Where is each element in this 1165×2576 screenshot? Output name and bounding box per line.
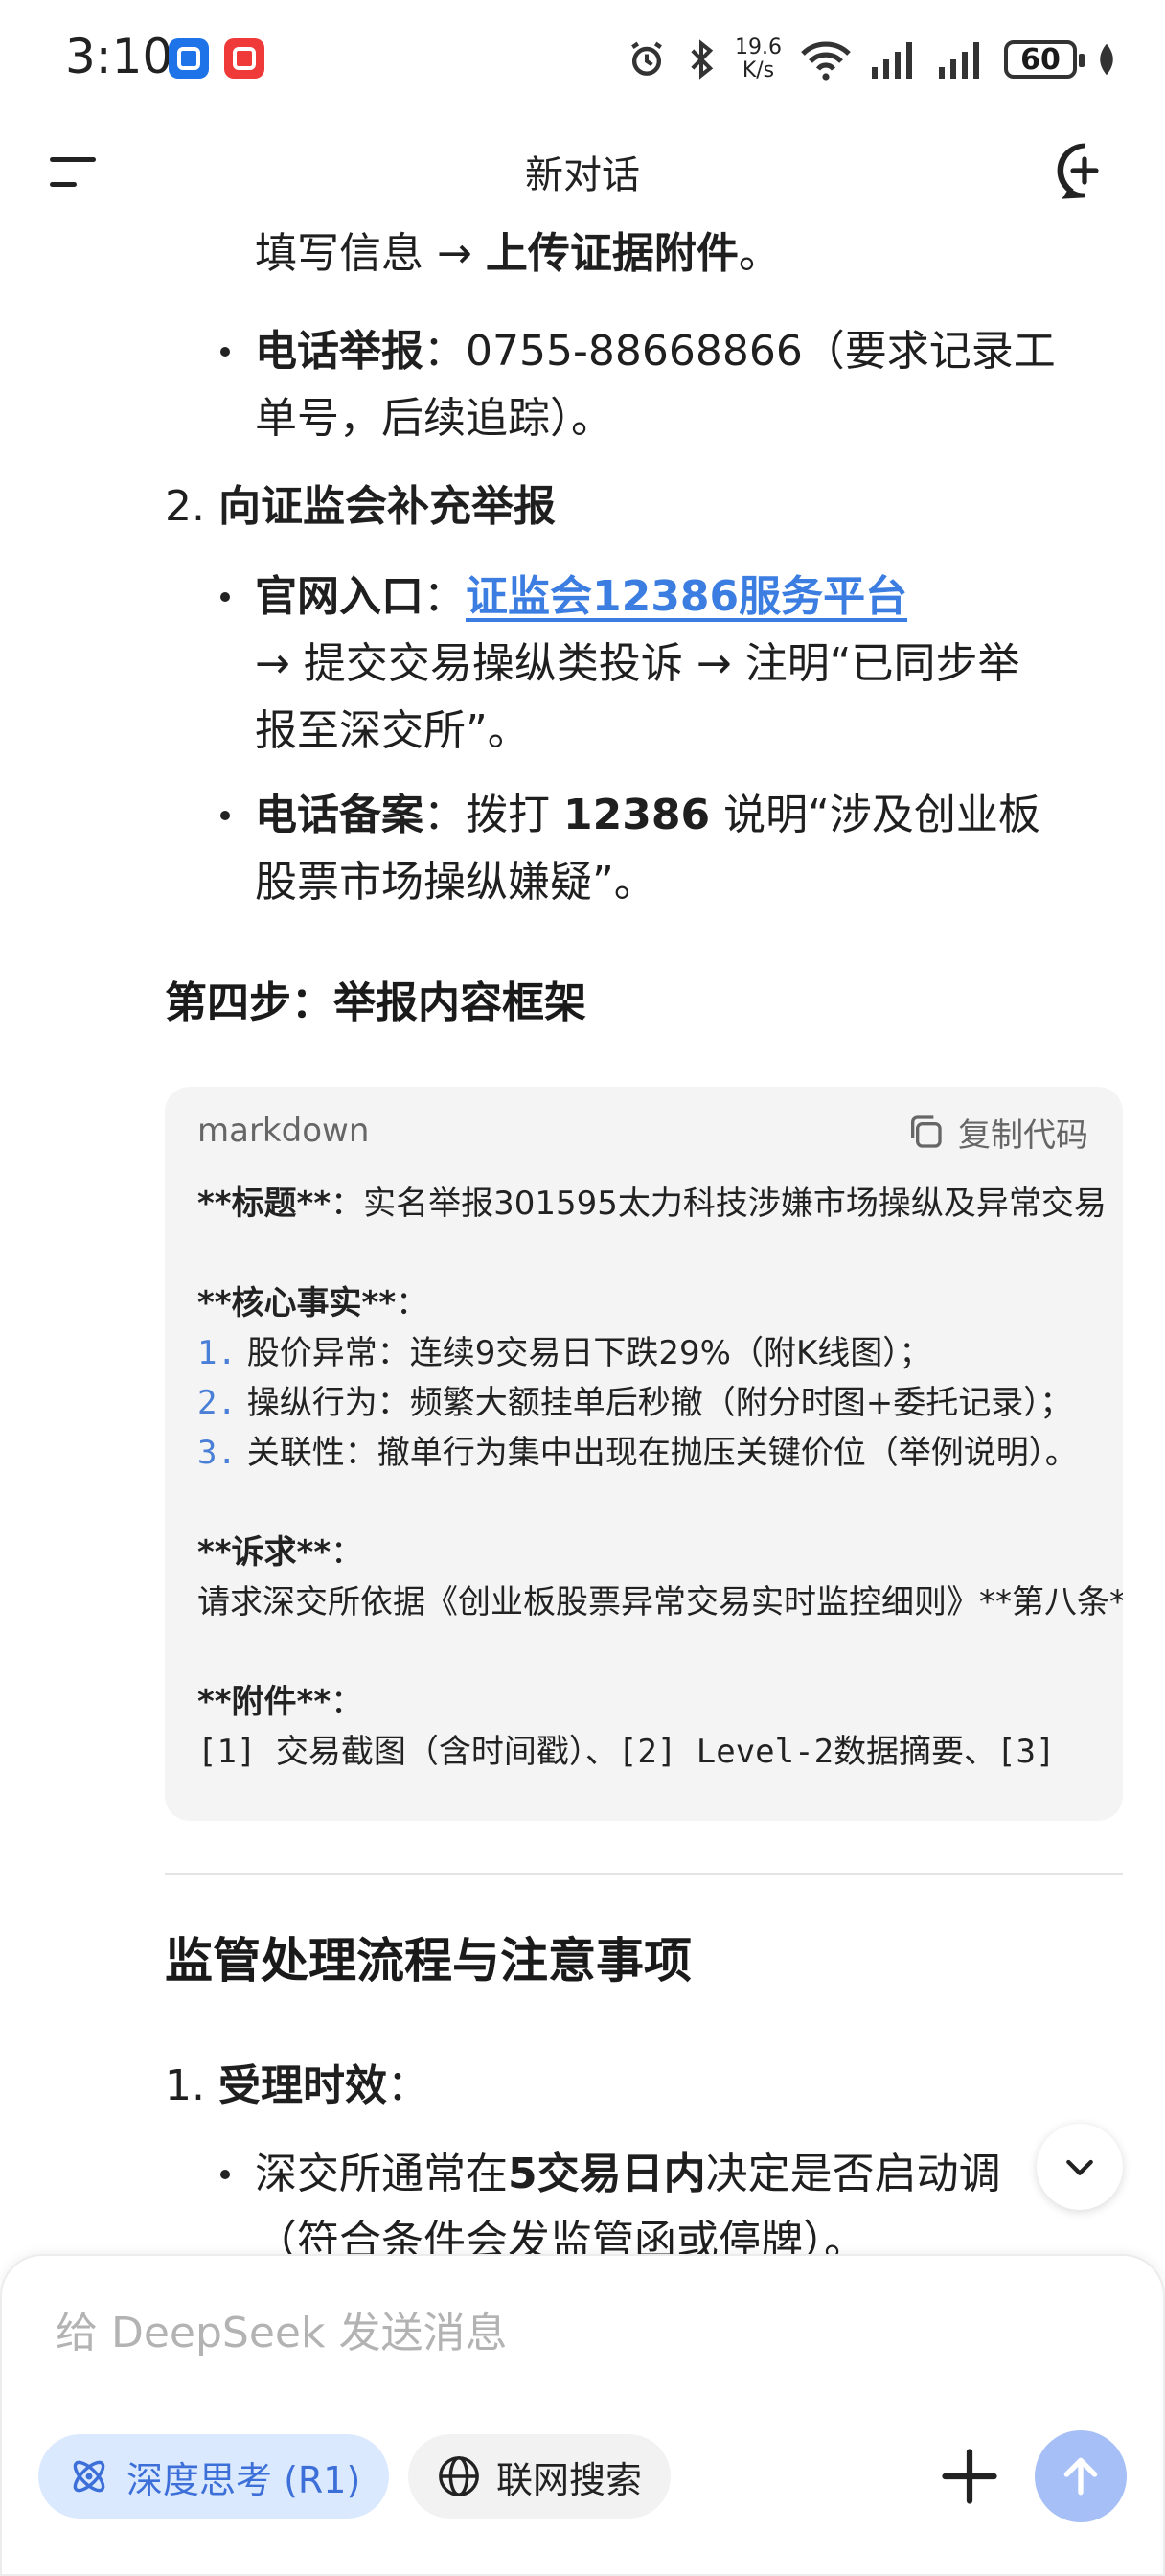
signal-icon: [872, 42, 912, 79]
bullet-dot: [220, 811, 230, 820]
code-line: **核心事实**：: [197, 1284, 429, 1322]
list-item-website-cont-2: 报至深交所”。: [255, 706, 530, 755]
copy-icon: [911, 1116, 942, 1148]
huawei-app-icon: [224, 38, 264, 79]
scroll-to-bottom-button[interactable]: [1037, 2124, 1123, 2210]
status-bar: 3:10 19.6 K/s 60: [0, 0, 1165, 115]
list-item-website-cont: → 提交交易操纵类投诉 → 注明“已同步举: [255, 639, 1020, 688]
list-item-phone-report: 电话举报：0755-88668866（要求记录工: [255, 327, 1056, 376]
code-line: 请求深交所依据《创业板股票异常交易实时监控细则》**第八条**: [197, 1583, 1123, 1622]
wifi-icon: [801, 41, 851, 80]
code-content: **标题**：实名举报301595太力科技涉嫌市场操纵及异常交易​**核心事实*…: [197, 1179, 1123, 1777]
list-item-phone-filing-cont: 股票市场操纵嫌疑”。: [255, 858, 656, 907]
deep-think-toggle[interactable]: 深度思考 (R1): [38, 2434, 390, 2518]
list-item-csrc-report: 2. 向证监会补充举报: [165, 482, 556, 531]
atom-icon: [73, 2460, 105, 2493]
chevron-down-icon: [1066, 2159, 1093, 2175]
list-item: 填写信息 → 上传证据附件。: [255, 229, 781, 278]
web-search-toggle[interactable]: 联网搜索: [408, 2434, 672, 2518]
message-input[interactable]: [56, 2294, 1109, 2371]
bullet-dot: [220, 592, 230, 602]
web-search-label: 联网搜索: [496, 2458, 643, 2501]
code-block: markdown 复制代码 **标题**：实名举报301595太力科技涉嫌市场操…: [165, 1087, 1123, 1821]
notification-app-icon: [169, 38, 209, 79]
send-button[interactable]: [1035, 2430, 1127, 2522]
code-line: 3. 关联性：撤单行为集中出现在抛压关键价位（举例说明）。: [197, 1434, 1078, 1472]
status-time: 3:10: [65, 29, 173, 84]
message-composer: 深度思考 (R1) 联网搜索: [0, 2254, 1165, 2576]
code-line: **附件**：: [197, 1683, 364, 1721]
battery-indicator: 60: [1004, 40, 1085, 79]
new-chat-icon[interactable]: [1054, 140, 1115, 201]
bullet-dot: [220, 2170, 230, 2179]
page-title: 新对话: [525, 153, 640, 197]
leaf-icon: [1100, 43, 1113, 76]
bullet-dot: [220, 347, 230, 356]
list-item-phone-report-cont: 单号，后续追踪）。: [255, 394, 613, 443]
divider: [165, 1873, 1123, 1874]
step-heading: 第四步：举报内容框架: [165, 978, 586, 1027]
alarm-icon: [631, 41, 662, 76]
copy-code-label: 复制代码: [958, 1116, 1088, 1155]
chat-content: 填写信息 → 上传证据附件。 电话举报：0755-88668866（要求记录工 …: [0, 220, 1165, 2262]
list-item-timeliness: 1. 受理时效：: [165, 2061, 429, 2110]
list-item-phone-filing: 电话备案：拨打 12386 说明“涉及创业板: [255, 791, 1040, 840]
bluetooth-icon: [691, 39, 714, 80]
app-header: 新对话: [0, 125, 1165, 220]
globe-icon: [439, 2456, 479, 2496]
list-item-szse-timing: 深交所通常在5交易日内决定是否启动调: [255, 2150, 1001, 2198]
deep-think-label: 深度思考 (R1): [126, 2458, 361, 2501]
copy-code-button[interactable]: 复制代码: [906, 1108, 1088, 1156]
code-line: 1. 股价异常：连续9交易日下跌29%（附K线图）；: [197, 1334, 932, 1372]
attach-plus-icon[interactable]: [937, 2444, 1002, 2509]
code-line: 2. 操纵行为：频繁大额挂单后秒撤（附分时图+委托记录）；: [197, 1384, 1073, 1422]
signal-icon-2: [939, 42, 979, 79]
code-line: [1] 交易截图（含时间戳）、[2] Level-2数据摘要、[3]: [197, 1733, 1056, 1771]
csrc-12386-link[interactable]: 证监会12386服务平台: [466, 572, 907, 621]
status-icons: 19.6 K/s 60: [626, 31, 1117, 88]
code-line: **诉求**：: [197, 1533, 364, 1572]
section-heading: 监管处理流程与注意事项: [165, 1933, 692, 1989]
list-item-website: 官网入口：证监会12386服务平台: [255, 572, 908, 621]
arrow-up-icon: [1063, 2457, 1098, 2496]
network-speed: 19.6 K/s: [735, 35, 782, 82]
code-language-label: markdown: [197, 1112, 370, 1150]
code-line: **标题**：实名举报301595太力科技涉嫌市场操纵及异常交易: [197, 1184, 1107, 1223]
